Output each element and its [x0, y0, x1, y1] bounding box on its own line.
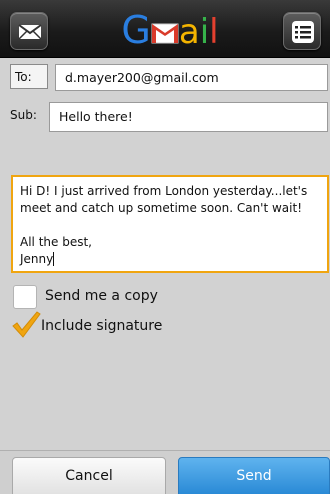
to-label: To: — [15, 70, 32, 84]
gmail-envelope-logo-icon — [151, 23, 179, 44]
top-bar: Gail — [0, 0, 330, 58]
to-field[interactable]: d.mayer200@gmail.com — [55, 64, 328, 91]
menu-button[interactable] — [283, 12, 321, 50]
cancel-button[interactable]: Cancel — [12, 457, 166, 494]
include-signature-label: Include signature — [41, 318, 163, 334]
envelope-icon — [18, 24, 42, 40]
text-cursor — [53, 252, 55, 266]
body-line: Hi D! I just arrived from London yesterd… — [20, 184, 308, 198]
gmail-logo: Gail — [121, 8, 219, 52]
body-line-last: Jenny — [20, 251, 321, 268]
subject-label: Sub: — [10, 108, 37, 122]
to-label-box: To: — [10, 64, 48, 89]
body-line-text: Jenny — [20, 252, 54, 266]
menu-list-icon — [292, 21, 314, 43]
body-line: All the best, — [20, 235, 92, 249]
inbox-button[interactable] — [10, 12, 48, 50]
compose-screen: Gail To: d.mayer200@gmail.com Sub: Hello… — [0, 0, 330, 494]
body-line: meet and catch up sometime soon. Can't w… — [20, 201, 303, 215]
bottom-action-bar: Cancel Send — [0, 450, 330, 494]
message-body-field[interactable]: Hi D! I just arrived from London yesterd… — [11, 175, 329, 273]
send-button[interactable]: Send — [178, 457, 330, 494]
send-copy-checkbox[interactable] — [13, 285, 37, 309]
checkmark-icon[interactable] — [11, 309, 41, 339]
body-line — [20, 217, 321, 234]
send-copy-label: Send me a copy — [45, 288, 158, 304]
subject-field[interactable]: Hello there! — [49, 102, 328, 132]
